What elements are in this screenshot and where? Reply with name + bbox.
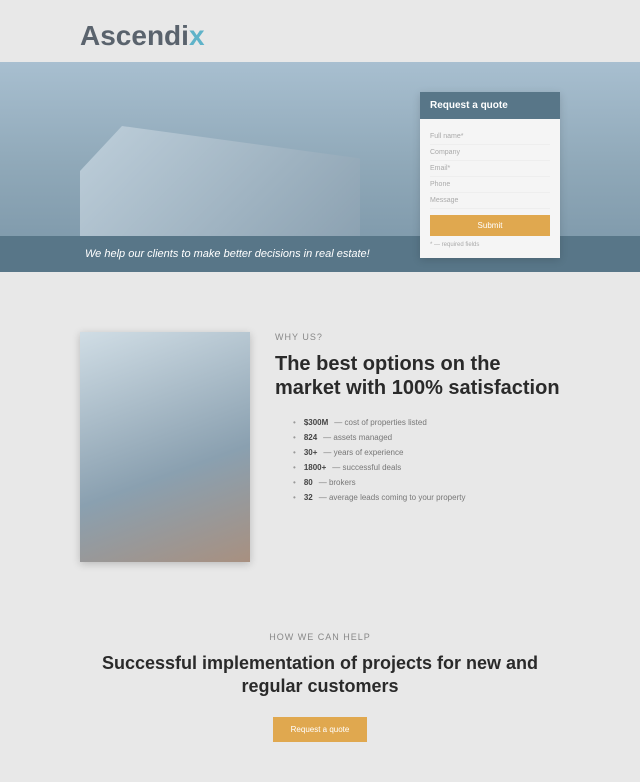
why-content: WHY US? The best options on the market w… (275, 332, 560, 562)
quote-field-email[interactable]: Email* (430, 161, 550, 177)
quote-card: Request a quote Full name* Company Email… (420, 92, 560, 258)
hero-building-image (80, 72, 360, 252)
quote-field-company[interactable]: Company (430, 145, 550, 161)
logo-accent: x (189, 20, 205, 51)
quote-field-fullname[interactable]: Full name* (430, 129, 550, 145)
submit-button[interactable]: Submit (430, 215, 550, 236)
help-title: Successful implementation of projects fo… (80, 652, 560, 697)
quote-field-message[interactable]: Message (430, 193, 550, 209)
required-note: * — required fields (430, 242, 550, 248)
request-quote-button[interactable]: Request a quote (273, 717, 368, 742)
why-label: WHY US? (275, 332, 560, 342)
quote-body: Full name* Company Email* Phone Message … (420, 119, 560, 258)
stat-row: 80— brokers (293, 478, 560, 487)
quote-field-phone[interactable]: Phone (430, 177, 550, 193)
stat-row: 1800+— successful deals (293, 463, 560, 472)
header: Ascendix (0, 0, 640, 62)
stats-list: $300M— cost of properties listed 824— as… (275, 418, 560, 502)
quote-title: Request a quote (420, 92, 560, 119)
stat-row: $300M— cost of properties listed (293, 418, 560, 427)
stat-row: 32— average leads coming to your propert… (293, 493, 560, 502)
help-section: HOW WE CAN HELP Successful implementatio… (0, 602, 640, 782)
hero-tagline: We help our clients to make better decis… (85, 248, 370, 260)
why-title: The best options on the market with 100%… (275, 352, 560, 400)
why-building-image (80, 332, 250, 562)
logo: Ascendix (80, 20, 560, 52)
why-section: WHY US? The best options on the market w… (0, 272, 640, 602)
hero-section: We help our clients to make better decis… (0, 62, 640, 272)
logo-text: Ascendi (80, 20, 189, 51)
stat-row: 824— assets managed (293, 433, 560, 442)
stat-row: 30+— years of experience (293, 448, 560, 457)
help-label: HOW WE CAN HELP (80, 632, 560, 642)
